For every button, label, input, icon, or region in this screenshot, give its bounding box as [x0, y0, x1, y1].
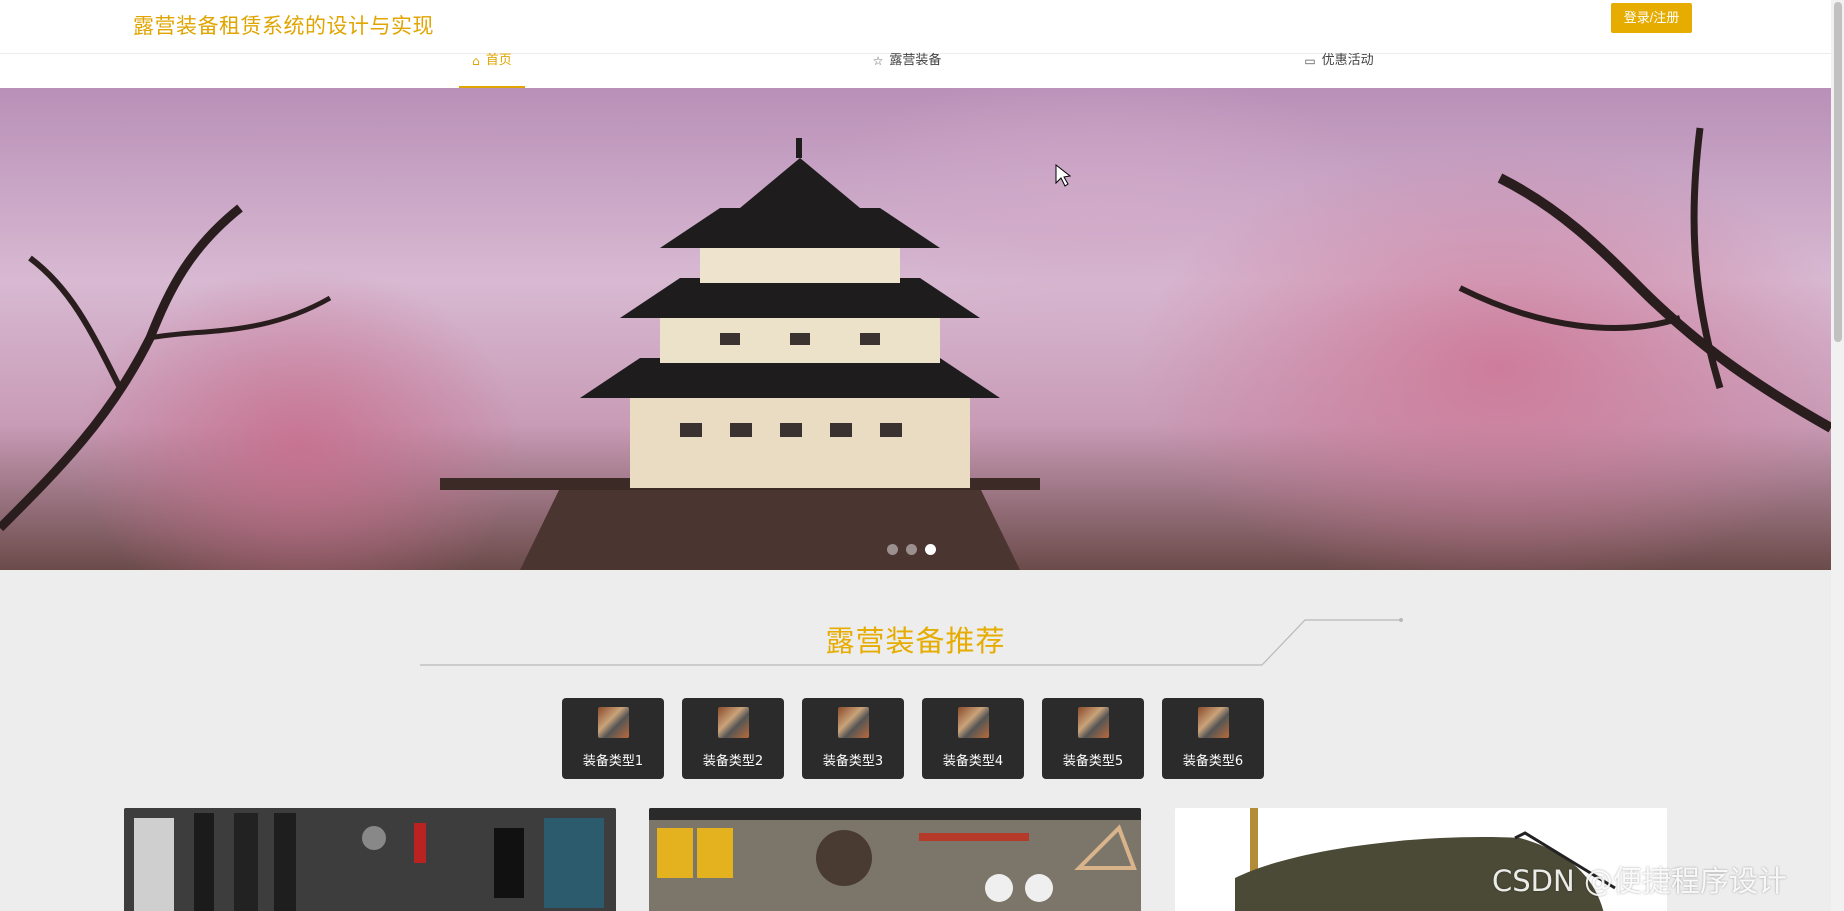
category-label: 装备类型3	[822, 754, 884, 769]
page: 露营装备租赁系统的设计与实现 登录/注册 ⌂ 首页 ☆ 露营装备 ▭ 优惠活动	[0, 0, 1844, 911]
category-label: 装备类型2	[702, 754, 764, 769]
nav-item-label: 优惠活动	[1321, 53, 1374, 68]
category-label: 装备类型4	[942, 754, 1004, 769]
category-card[interactable]: 装备类型5	[1042, 698, 1144, 779]
category-card[interactable]: 装备类型3	[802, 698, 904, 779]
site-title: 露营装备租赁系统的设计与实现	[133, 14, 434, 38]
carousel-dot-3[interactable]	[925, 544, 936, 555]
carousel-dot-1[interactable]	[887, 544, 898, 555]
calendar-icon: ▭	[1304, 54, 1316, 68]
category-thumbnail	[597, 707, 629, 738]
product-card[interactable]	[649, 808, 1141, 911]
category-thumbnail	[717, 707, 749, 738]
banner-image	[0, 127, 1831, 570]
nav-item-camping-equipment[interactable]: ☆ 露营装备	[864, 54, 950, 88]
category-thumbnail	[1077, 707, 1109, 738]
category-thumbnail	[1197, 707, 1229, 738]
main-nav: ⌂ 首页 ☆ 露营装备 ▭ 优惠活动	[0, 54, 1831, 88]
category-thumbnail	[837, 707, 869, 738]
category-card[interactable]: 装备类型1	[562, 698, 664, 779]
product-image	[649, 808, 1141, 911]
category-label: 装备类型6	[1182, 754, 1244, 769]
nav-item-label: 首页	[485, 53, 512, 68]
vertical-scrollbar[interactable]	[1831, 0, 1844, 911]
nav-item-label: 露营装备	[889, 53, 942, 68]
category-thumbnail	[957, 707, 989, 738]
carousel-dot-2[interactable]	[906, 544, 917, 555]
category-label: 装备类型1	[582, 754, 644, 769]
carousel-indicators	[887, 544, 936, 555]
category-card[interactable]: 装备类型6	[1162, 698, 1264, 779]
nav-item-promotions[interactable]: ▭ 优惠活动	[1296, 54, 1382, 88]
product-image	[124, 808, 616, 911]
category-list: 装备类型1 装备类型2 装备类型3 装备类型4 装备类型5 装备类型6	[562, 698, 1264, 779]
nav-item-home[interactable]: ⌂ 首页	[459, 54, 525, 88]
header: 露营装备租赁系统的设计与实现 登录/注册	[0, 0, 1831, 54]
section-title: 露营装备推荐	[825, 624, 1006, 658]
home-icon: ⌂	[472, 54, 480, 68]
scrollbar-thumb[interactable]	[1834, 2, 1842, 342]
category-card[interactable]: 装备类型4	[922, 698, 1024, 779]
watermark-text: CSDN @便捷程序设计	[1492, 864, 1787, 898]
star-icon: ☆	[872, 54, 884, 68]
banner-carousel[interactable]	[0, 88, 1831, 570]
category-label: 装备类型5	[1062, 754, 1124, 769]
login-register-button[interactable]: 登录/注册	[1611, 3, 1692, 33]
product-card[interactable]	[124, 808, 616, 911]
category-card[interactable]: 装备类型2	[682, 698, 784, 779]
